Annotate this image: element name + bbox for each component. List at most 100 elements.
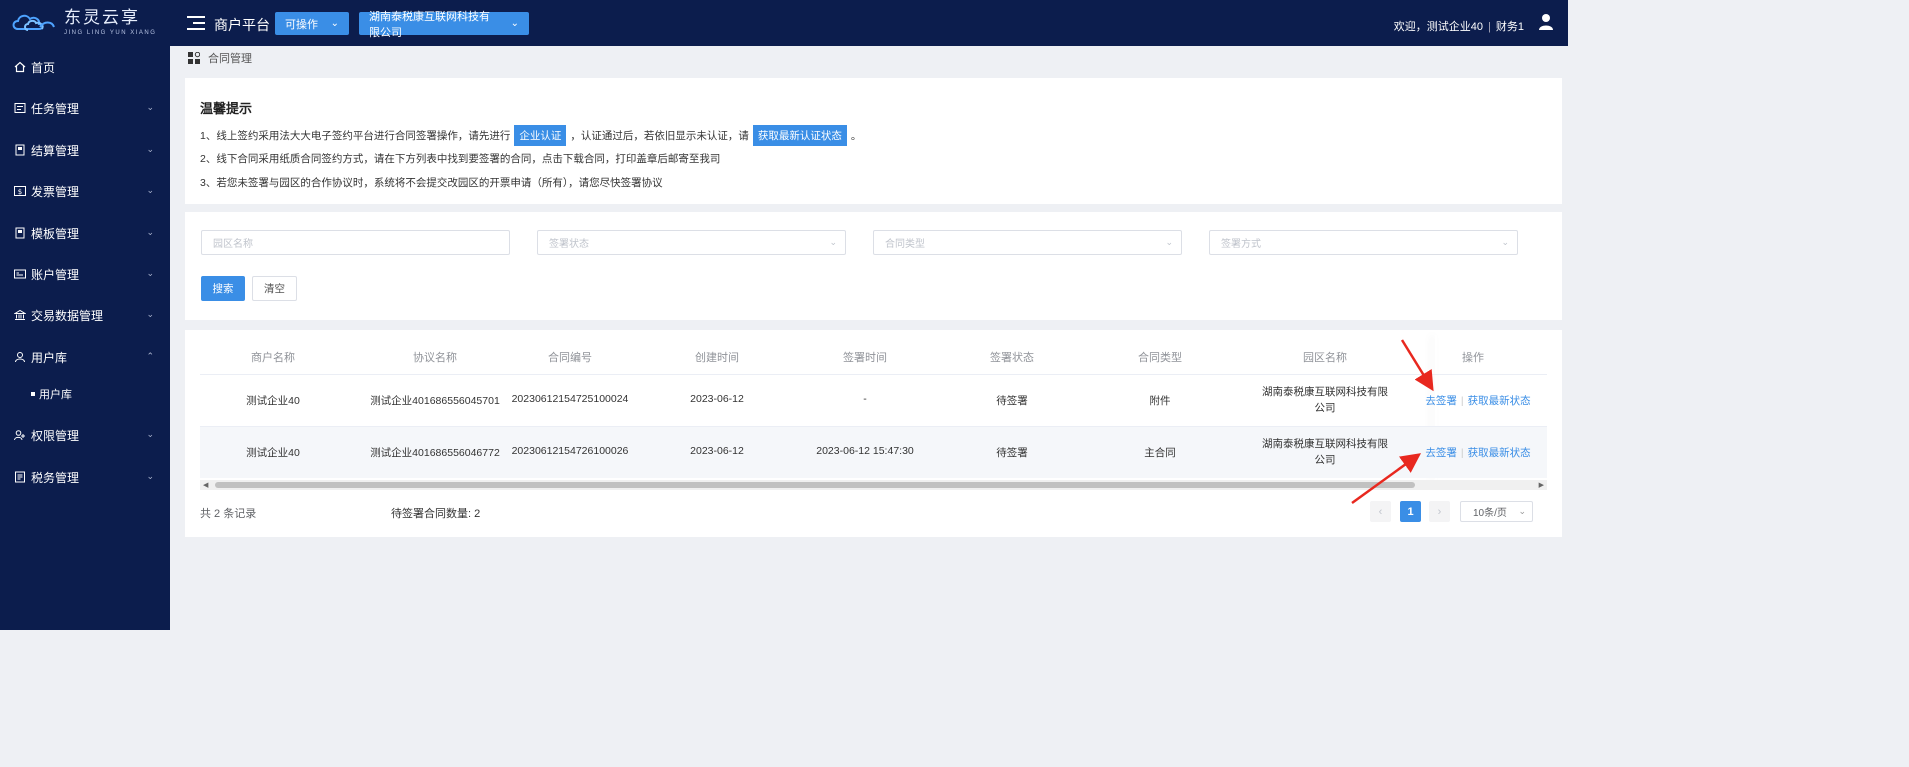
- sidebar-item-invoice[interactable]: $ 发票管理 ⌄: [0, 173, 170, 209]
- breadcrumb-label: 合同管理: [208, 53, 252, 65]
- chevron-down-icon: ⌄: [829, 237, 837, 247]
- table-row: 测试企业40 测试企业401686556045701 2023061215472…: [200, 374, 1547, 426]
- go-sign-link[interactable]: 去签署: [1425, 447, 1457, 459]
- park-name-input[interactable]: 园区名称: [201, 230, 510, 255]
- account-icon: [14, 268, 26, 280]
- page-number-button[interactable]: 1: [1400, 501, 1421, 522]
- column-header-contract-no: 合同编号: [548, 352, 592, 364]
- placeholder: 签署方式: [1221, 239, 1261, 250]
- user-icon: [14, 351, 26, 363]
- company-dropdown[interactable]: 湖南泰税康互联网科技有限公司 ⌄: [359, 11, 529, 39]
- page-size-select[interactable]: 10条/页 ⌄: [1460, 501, 1533, 522]
- sidebar-item-label: 用户库: [31, 350, 68, 365]
- task-icon: [14, 102, 26, 114]
- chevron-right-icon: ›: [1437, 505, 1442, 518]
- chevron-down-icon: ⌄: [146, 144, 154, 154]
- chevron-down-icon: ⌄: [146, 471, 154, 481]
- table-row: 测试企业40 测试企业401686556046772 2023061215472…: [200, 426, 1547, 478]
- tip-line-2: 2、线下合同采用纸质合同签约方式，请在下方列表中找到要签署的合同，点击下载合同，…: [200, 153, 721, 165]
- svg-text:$: $: [18, 188, 22, 196]
- sidebar-item-account[interactable]: 账户管理 ⌄: [0, 256, 170, 292]
- status-dropdown[interactable]: 可操作 ⌄: [275, 12, 349, 35]
- sidebar-item-settlement[interactable]: 结算管理 ⌄: [0, 132, 170, 168]
- horizontal-scrollbar[interactable]: ◀ ▶: [200, 480, 1547, 490]
- page-size-label: 10条/页: [1473, 508, 1507, 519]
- bullet-icon: [31, 392, 35, 396]
- sidebar-item-label: 交易数据管理: [31, 308, 104, 323]
- logo[interactable]: 东灵云享 JING LING YUN XIANG: [10, 8, 160, 38]
- go-sign-link[interactable]: 去签署: [1425, 395, 1457, 407]
- chevron-down-icon: ⌄: [146, 185, 154, 195]
- scroll-right-arrow-icon[interactable]: ▶: [1539, 481, 1544, 489]
- chevron-left-icon: ‹: [1378, 505, 1383, 518]
- chevron-down-icon: ⌄: [1518, 506, 1526, 516]
- cell-signed: 2023-06-12 15:47:30: [816, 445, 914, 457]
- search-button[interactable]: 搜索: [201, 276, 245, 301]
- column-header-status: 签署状态: [990, 352, 1034, 364]
- next-page-button[interactable]: ›: [1429, 501, 1450, 522]
- chevron-down-icon: ⌄: [510, 18, 519, 29]
- tax-icon: [14, 471, 26, 483]
- platform-title: 商户平台: [214, 17, 270, 33]
- sidebar-subitem-user-library[interactable]: 用户库: [0, 380, 170, 408]
- placeholder: 园区名称: [213, 239, 253, 250]
- enterprise-auth-link[interactable]: 企业认证: [514, 125, 567, 146]
- sidebar-subitem-label: 用户库: [39, 389, 72, 401]
- sidebar-item-task[interactable]: 任务管理 ⌄: [0, 90, 170, 126]
- cell-created: 2023-06-12: [690, 393, 744, 405]
- column-header-type: 合同类型: [1138, 352, 1182, 364]
- cloud-logo-icon: [12, 14, 55, 31]
- home-icon: [14, 61, 26, 73]
- sign-method-select[interactable]: 签署方式 ⌄: [1209, 230, 1518, 255]
- park-name-line: 公司: [1314, 454, 1336, 466]
- column-header-signed: 签署时间: [843, 352, 887, 364]
- column-header-agreement: 协议名称: [413, 352, 457, 364]
- sidebar-item-label: 模板管理: [31, 226, 80, 241]
- refresh-status-link[interactable]: 获取最新状态: [1468, 447, 1531, 459]
- tip-text: ，认证通过后，若依旧显示未认证，请: [570, 130, 749, 142]
- status-dropdown-label: 可操作: [285, 18, 318, 31]
- bank-icon: [14, 309, 26, 321]
- cell-status: 待签署: [996, 447, 1028, 459]
- scrollbar-thumb[interactable]: [215, 482, 1415, 488]
- brand-name: 东灵云享: [64, 8, 140, 28]
- cell-actions: 去签署 | 获取最新状态: [1425, 447, 1531, 459]
- sidebar-item-template[interactable]: 模板管理 ⌄: [0, 215, 170, 251]
- sidebar: 首页 任务管理 ⌄ 结算管理 ⌄ $ 发票管理 ⌄ 模板管理 ⌄ 账户管理 ⌄ …: [0, 46, 170, 630]
- sign-status-select[interactable]: 签署状态 ⌄: [537, 230, 846, 255]
- column-header-park: 园区名称: [1303, 352, 1347, 364]
- sidebar-item-transaction-data[interactable]: 交易数据管理 ⌄: [0, 297, 170, 333]
- tip-line-3: 3、若您未签署与园区的合作协议时，系统将不会提交改园区的开票申请（所有），请您尽…: [200, 177, 663, 189]
- clear-button[interactable]: 清空: [252, 276, 297, 301]
- sidebar-item-home[interactable]: 首页: [0, 49, 170, 85]
- prev-page-button[interactable]: ‹: [1370, 501, 1391, 522]
- tips-title: 温馨提示: [200, 101, 253, 116]
- user-avatar-icon[interactable]: [1538, 13, 1554, 31]
- dashboard-icon: [188, 52, 200, 64]
- chevron-down-icon: ⌄: [146, 268, 154, 278]
- menu-toggle-icon[interactable]: [187, 16, 205, 30]
- sidebar-item-tax[interactable]: 税务管理 ⌄: [0, 459, 170, 495]
- cell-park: 湖南泰税康互联网科技有限 公司: [1260, 384, 1390, 416]
- sidebar-item-permission[interactable]: 权限管理 ⌄: [0, 417, 170, 453]
- cell-signed: -: [863, 393, 867, 405]
- column-header-actions: 操作: [1462, 352, 1484, 364]
- column-header-created: 创建时间: [695, 352, 739, 364]
- pending-count: 待签署合同数量: 2: [391, 508, 481, 520]
- refresh-auth-status-link[interactable]: 获取最新认证状态: [752, 125, 847, 146]
- sidebar-item-label: 任务管理: [31, 101, 80, 116]
- refresh-status-link[interactable]: 获取最新状态: [1468, 395, 1531, 407]
- chevron-down-icon: ⌄: [1165, 237, 1173, 247]
- settlement-icon: [14, 144, 26, 156]
- cell-type: 主合同: [1144, 447, 1176, 459]
- sidebar-item-label: 结算管理: [31, 143, 80, 158]
- sidebar-item-label: 发票管理: [31, 184, 80, 199]
- chevron-down-icon: ⌄: [146, 102, 154, 112]
- chevron-up-icon: ⌃: [146, 351, 154, 361]
- sidebar-item-user-library[interactable]: 用户库 ⌃: [0, 339, 170, 375]
- table-header: 商户名称 协议名称 合同编号 创建时间 签署时间 签署状态 合同类型 园区名称 …: [200, 344, 1547, 374]
- brand-name-en: JING LING YUN XIANG: [64, 30, 157, 36]
- contract-type-select[interactable]: 合同类型 ⌄: [873, 230, 1182, 255]
- park-name-line: 湖南泰税康互联网科技有限: [1262, 386, 1388, 398]
- scroll-left-arrow-icon[interactable]: ◀: [203, 481, 208, 489]
